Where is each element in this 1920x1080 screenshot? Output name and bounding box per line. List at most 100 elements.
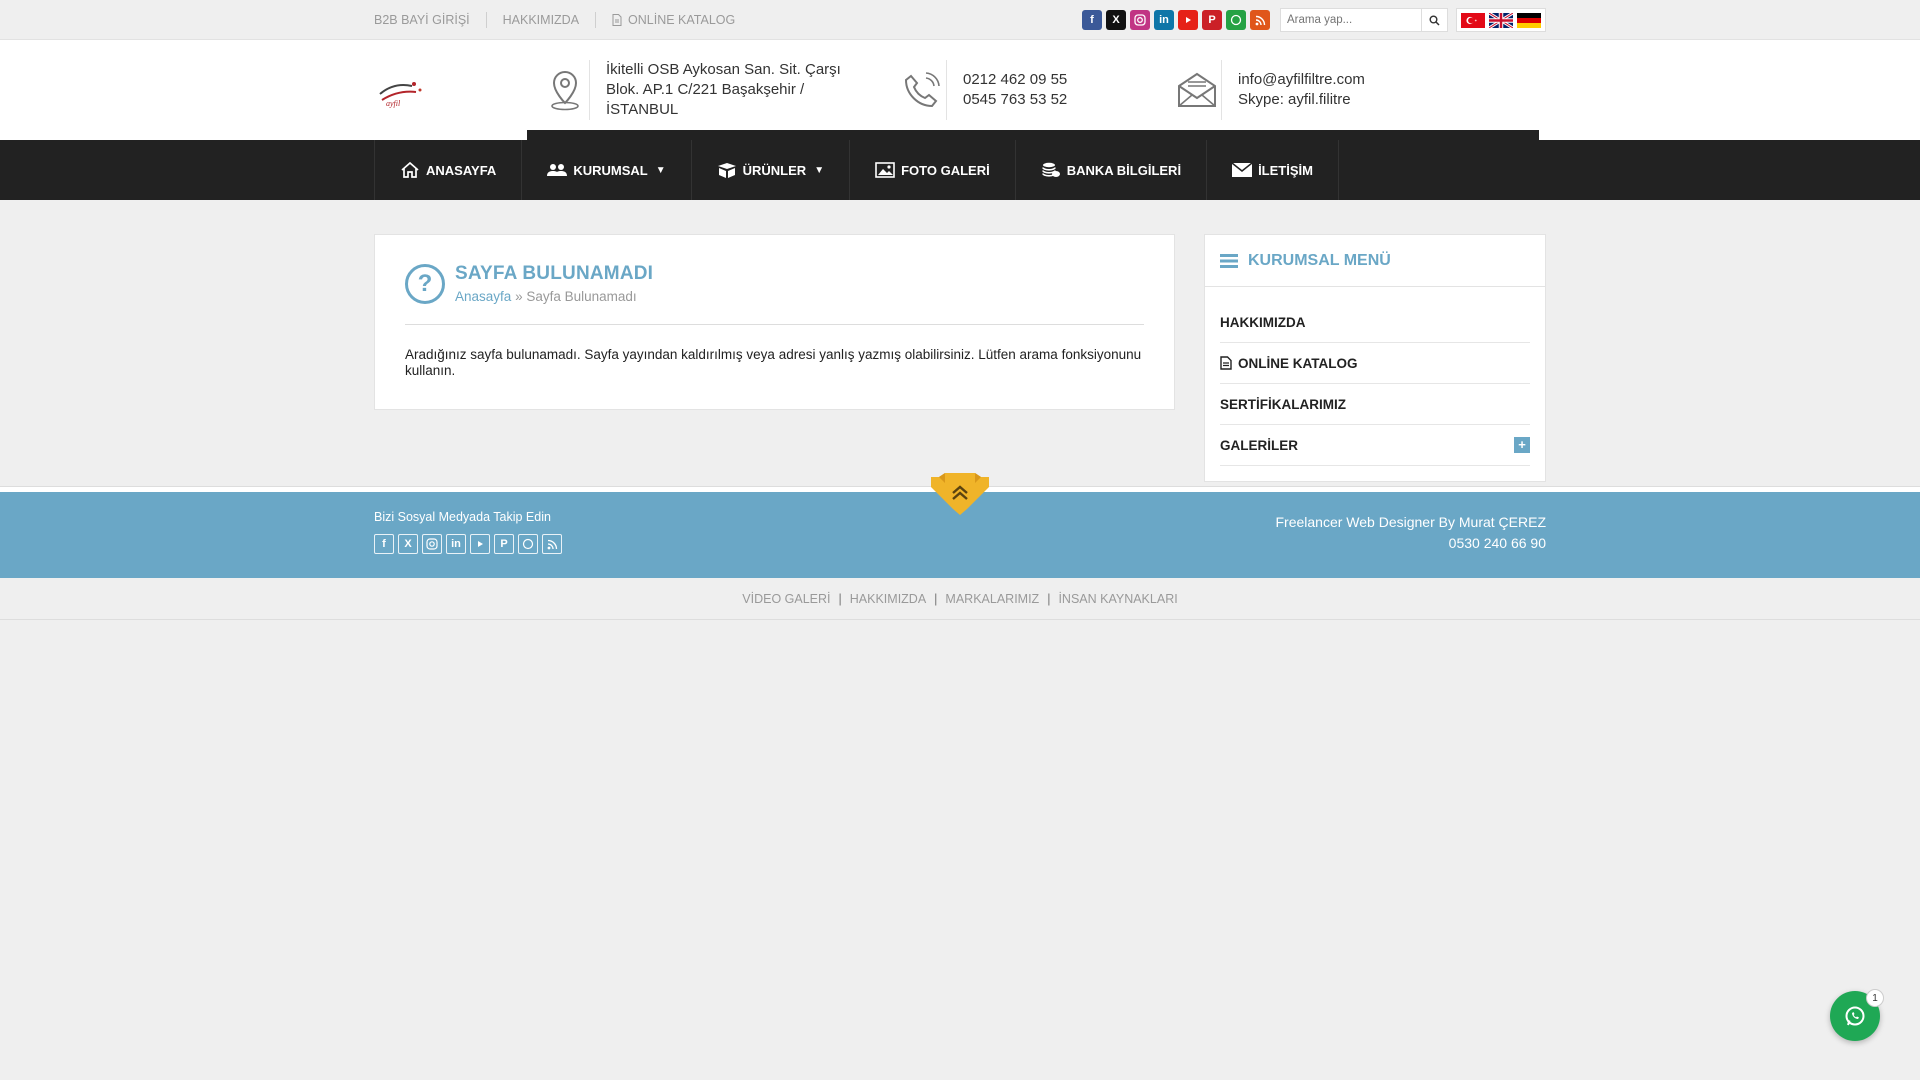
sidebar-header: KURUMSAL MENÜ [1205,235,1545,287]
pinterest-icon[interactable]: P [494,534,514,554]
online-catalog-label: ONLİNE KATALOG [628,13,736,27]
online-catalog-link[interactable]: ONLİNE KATALOG [595,12,751,28]
language-selector [1456,8,1546,32]
phone-icon [897,60,947,120]
header: ayfil İkitelli OSB Aykosan San. Sit. Çar… [0,40,1920,140]
expand-plus-icon[interactable]: + [1514,437,1530,453]
top-links: B2B BAYİ GİRİŞİ HAKKIMIZDA ONLİNE KATALO… [374,12,751,28]
footer-link-video-gallery[interactable]: VİDEO GALERİ [742,592,830,606]
linkedin-icon[interactable]: in [446,534,466,554]
breadcrumb-home-link[interactable]: Anasayfa [455,289,511,304]
whatsapp-icon[interactable] [1226,10,1246,30]
whatsapp-icon [1845,1006,1865,1026]
phone-text: 0212 462 09 55 0545 763 53 52 [963,70,1067,110]
coins-icon [1041,162,1060,177]
phone-number-2[interactable]: 0545 763 53 52 [963,90,1067,110]
corporate-sidebar: KURUMSAL MENÜ HAKKIMIZDA ONLİNE KATALOG … [1204,234,1546,482]
chevron-down-icon: ▼ [655,164,666,176]
nav-corporate-label: KURUMSAL [573,162,648,178]
footer-link-brands[interactable]: MARKALARIMIZ [945,592,1039,606]
address-block: İkitelli OSB Aykosan San. Sit. Çarşı Blo… [540,40,841,140]
footer-link-hr[interactable]: İNSAN KAYNAKLARI [1058,592,1177,606]
about-link[interactable]: HAKKIMIZDA [485,12,595,28]
turkish-flag-icon[interactable] [1461,12,1485,28]
footer-link-separator: | [1047,591,1051,606]
svg-text:ayfil: ayfil [386,99,401,108]
sidebar-item-online-catalog[interactable]: ONLİNE KATALOG [1220,343,1530,384]
rss-icon[interactable] [1250,10,1270,30]
footer-link-separator: | [934,591,938,606]
breadcrumb-current: Sayfa Bulunamadı [526,289,637,304]
chevron-down-icon: ▼ [814,164,825,176]
whatsapp-icon[interactable] [518,534,538,554]
address-line-2: Blok. AP.1 C/221 Başakşehir / [606,81,805,98]
address-line-3: İSTANBUL [606,101,679,118]
notification-badge: 1 [1866,989,1884,1007]
youtube-icon[interactable] [1178,10,1198,30]
box-icon [717,163,736,178]
designer-credit: Freelancer Web Designer By Murat ÇEREZ 0… [1276,510,1547,578]
whatsapp-chat-button[interactable]: 1 [1830,989,1884,1041]
pinterest-icon[interactable]: P [1202,10,1222,30]
rss-icon[interactable] [542,534,562,554]
main-navigation: ANASAYFA KURUMSAL ▼ ÜRÜNLER ▼ FOTO GALER… [0,130,1920,200]
site-logo[interactable]: ayfil [374,60,524,120]
footer-link-separator: | [838,591,842,606]
footer-divider [0,473,1920,515]
nav-contact-label: İLETİŞİM [1258,162,1313,178]
b2b-login-label: B2B BAYİ GİRİŞİ [374,13,470,27]
sidebar-item-label: SERTİFİKALARIMIZ [1220,396,1346,412]
document-icon [1220,356,1232,370]
question-icon: ? [405,263,445,304]
sidebar-item-galleries[interactable]: GALERİLER + [1220,425,1530,466]
breadcrumb: Anasayfa » Sayfa Bulunamadı [455,289,653,304]
skype-id[interactable]: Skype: ayfil.filitre [1238,90,1365,110]
menu-icon [1220,253,1238,268]
x-twitter-icon[interactable]: X [398,534,418,554]
facebook-icon[interactable]: f [1082,10,1102,30]
german-flag-icon[interactable] [1517,12,1541,28]
designer-credit-line[interactable]: Freelancer Web Designer By Murat ÇEREZ [1276,512,1547,533]
phone-number-1[interactable]: 0212 462 09 55 [963,70,1067,90]
top-bar: B2B BAYİ GİRİŞİ HAKKIMIZDA ONLİNE KATALO… [0,0,1920,40]
address-line-1: İkitelli OSB Aykosan San. Sit. Çarşı [606,61,841,78]
search-input[interactable] [1281,9,1421,31]
search-icon [1429,15,1440,26]
about-label: HAKKIMIZDA [502,13,580,27]
scroll-to-top-button[interactable] [931,473,989,517]
nav-bank-info[interactable]: BANKA BİLGİLERİ [1016,140,1208,200]
nav-photo-gallery[interactable]: FOTO GALERİ [850,140,1016,200]
mail-icon [1232,163,1253,177]
sidebar-item-certificates[interactable]: SERTİFİKALARIMIZ [1220,384,1530,425]
nav-home[interactable]: ANASAYFA [375,140,523,200]
home-icon [401,161,419,178]
english-flag-icon[interactable] [1489,12,1513,28]
envelope-icon [1172,60,1222,120]
linkedin-icon[interactable]: in [1154,10,1174,30]
designer-phone: 0530 240 66 90 [1448,535,1546,551]
top-social-icons: f X in P [1082,10,1270,30]
nav-products[interactable]: ÜRÜNLER ▼ [692,140,851,200]
nav-photo-gallery-label: FOTO GALERİ [901,162,990,178]
email-address[interactable]: info@ayfilfiltre.com [1238,70,1365,90]
x-twitter-icon[interactable]: X [1106,10,1126,30]
instagram-icon[interactable] [1130,10,1150,30]
nav-corporate[interactable]: KURUMSAL ▼ [522,140,692,200]
phone-block: 0212 462 09 55 0545 763 53 52 [897,40,1067,140]
search-box [1280,8,1448,32]
nav-home-label: ANASAYFA [426,162,497,178]
location-pin-icon [540,60,590,120]
youtube-icon[interactable] [470,534,490,554]
footer-link-about[interactable]: HAKKIMIZDA [850,592,926,606]
b2b-login-link[interactable]: B2B BAYİ GİRİŞİ [374,12,486,28]
main-content: ? SAYFA BULUNAMADI Anasayfa » Sayfa Bulu… [0,200,1920,486]
breadcrumb-separator: » [515,289,523,304]
image-icon [875,162,895,178]
sidebar-title: KURUMSAL MENÜ [1248,251,1391,269]
sidebar-item-about[interactable]: HAKKIMIZDA [1220,302,1530,343]
instagram-icon[interactable] [422,534,442,554]
facebook-icon[interactable]: f [374,534,394,554]
search-button[interactable] [1421,9,1447,31]
footer-social-icons: f X in P [374,534,562,554]
nav-contact[interactable]: İLETİŞİM [1207,140,1339,200]
